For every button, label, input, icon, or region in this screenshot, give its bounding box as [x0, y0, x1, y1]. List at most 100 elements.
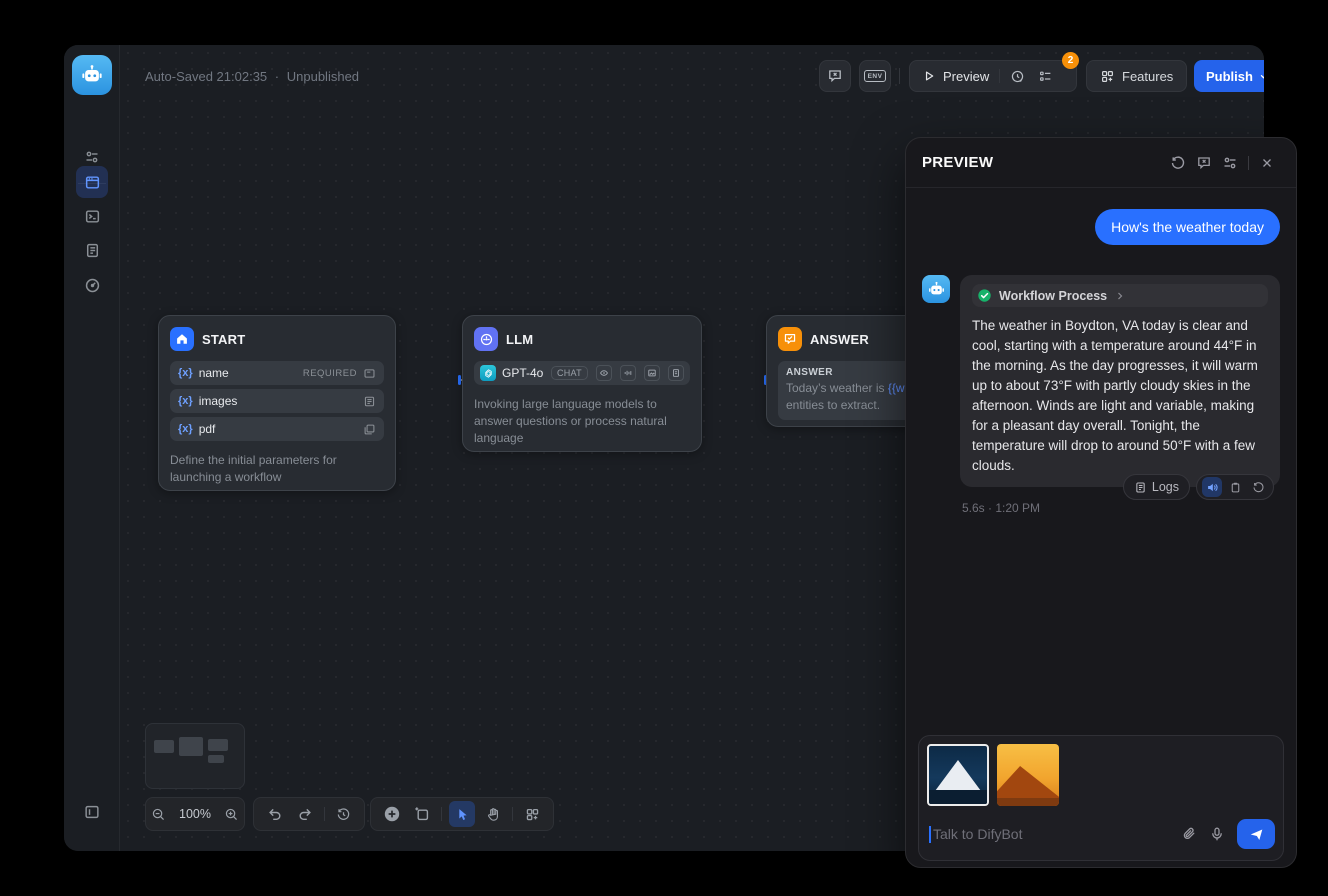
microphone-icon[interactable]	[1203, 820, 1231, 848]
sidebar-item-logs[interactable]	[76, 234, 108, 266]
environment-variables-button[interactable]: ENV	[859, 60, 891, 92]
chat-mode-badge: CHAT	[551, 366, 588, 380]
close-icon[interactable]	[1254, 150, 1280, 176]
preview-title: PREVIEW	[922, 154, 1165, 171]
pointer-mode-button[interactable]	[449, 801, 475, 827]
run-group-divider	[999, 69, 1000, 83]
env-icon: ENV	[864, 70, 886, 82]
attachment-thumbnail-mountain-blue[interactable]	[927, 744, 989, 806]
change-history-button[interactable]	[330, 800, 358, 828]
clear-chat-icon[interactable]	[1191, 150, 1217, 176]
message-tools	[1196, 474, 1274, 500]
preview-header: PREVIEW	[906, 138, 1296, 188]
orchestrate-icon	[84, 174, 101, 191]
collapse-sidebar-icon[interactable]	[83, 803, 101, 821]
add-note-button[interactable]	[408, 800, 436, 828]
robot-icon	[928, 281, 945, 298]
attachment-thumbnail-mountain-orange[interactable]	[997, 744, 1059, 806]
redo-button[interactable]	[291, 800, 319, 828]
restart-conversation-icon[interactable]	[1165, 150, 1191, 176]
required-tag: REQUIRED	[303, 368, 357, 379]
node-start[interactable]: START {x} name REQUIRED {x} images {x} p…	[158, 315, 396, 491]
node-title: ANSWER	[810, 332, 869, 347]
variable-token: {x}	[178, 367, 193, 379]
chat-area: How's the weather today Workflow Process…	[906, 188, 1296, 733]
model-name: GPT-4o	[502, 366, 545, 380]
undo-button[interactable]	[261, 800, 289, 828]
chat-input[interactable]	[933, 826, 1175, 842]
node-llm[interactable]: LLM GPT-4o CHAT Invoking large language …	[462, 315, 702, 452]
publish-button[interactable]: Publish	[1194, 60, 1264, 92]
sidebar-item-orchestrate[interactable]	[76, 166, 108, 198]
zoom-controls: 100%	[145, 797, 245, 831]
run-history-icon[interactable]	[1010, 69, 1025, 84]
llm-icon	[474, 327, 498, 351]
annotation-toggle-button[interactable]	[819, 60, 851, 92]
add-node-button[interactable]	[378, 800, 406, 828]
files-icon	[363, 423, 376, 436]
topbar-divider	[899, 68, 900, 84]
workflow-settings-icon[interactable]	[84, 149, 100, 165]
logs-icon	[84, 242, 101, 259]
robot-icon	[81, 64, 103, 86]
checklist-icon[interactable]	[1038, 69, 1053, 84]
vision-capability-icon	[596, 365, 612, 381]
features-icon	[1100, 69, 1115, 84]
chevron-right-icon	[1114, 290, 1126, 302]
speak-aloud-button[interactable]	[1202, 477, 1222, 497]
app-logo[interactable]	[72, 55, 112, 95]
play-icon[interactable]	[922, 69, 936, 83]
minimap-node	[179, 737, 203, 756]
zoom-in-button[interactable]	[219, 800, 244, 828]
user-message-bubble: How's the weather today	[1095, 209, 1280, 245]
bot-message-card: Workflow Process The weather in Boydton,…	[960, 275, 1280, 487]
terminal-icon	[84, 208, 101, 225]
success-check-icon	[977, 288, 992, 303]
settings-sliders-icon[interactable]	[1217, 150, 1243, 176]
copy-icon[interactable]	[1225, 477, 1245, 497]
text-caret	[929, 826, 931, 843]
audio-capability-icon	[620, 365, 636, 381]
send-button[interactable]	[1237, 819, 1275, 849]
sidebar-item-api[interactable]	[76, 200, 108, 232]
bot-message-row: Workflow Process The weather in Boydton,…	[922, 275, 1280, 487]
organize-blocks-button[interactable]	[518, 800, 546, 828]
bot-message-text: The weather in Boydton, VA today is clea…	[972, 316, 1268, 476]
regenerate-icon[interactable]	[1248, 477, 1268, 497]
divider	[512, 807, 513, 821]
attach-file-icon[interactable]	[1175, 820, 1203, 848]
zoom-out-button[interactable]	[146, 800, 171, 828]
run-group: Preview	[909, 60, 1077, 92]
node-description: Define the initial parameters for launch…	[170, 452, 384, 486]
divider	[441, 807, 442, 821]
attached-images	[927, 744, 1275, 806]
minimap-node	[154, 740, 174, 753]
image-capability-icon	[644, 365, 660, 381]
checklist-badge: 2	[1062, 52, 1079, 69]
preview-panel: PREVIEW How's the weather today Workflow…	[905, 137, 1297, 868]
hand-mode-button[interactable]	[479, 800, 507, 828]
logs-button[interactable]: Logs	[1123, 474, 1190, 500]
llm-model-row: GPT-4o CHAT	[474, 361, 690, 385]
chat-input-row	[929, 818, 1275, 850]
paragraph-icon	[363, 395, 376, 408]
chat-x-icon	[827, 68, 843, 84]
variable-token: {x}	[178, 395, 193, 407]
features-button[interactable]: Features	[1086, 60, 1187, 92]
history-controls	[253, 797, 365, 831]
gauge-icon	[84, 277, 101, 294]
document-capability-icon	[668, 365, 684, 381]
variable-token: {x}	[178, 423, 193, 435]
publish-status: Unpublished	[287, 69, 359, 84]
autosave-status: Auto-Saved 21:02:35 · Unpublished	[145, 69, 359, 84]
minimap[interactable]	[145, 723, 245, 789]
node-title: LLM	[506, 332, 533, 347]
preview-run-button[interactable]: Preview	[943, 69, 989, 84]
chat-input-area	[918, 735, 1284, 861]
minimap-node	[208, 755, 224, 763]
sidebar-item-monitoring[interactable]	[76, 269, 108, 301]
workflow-process-toggle[interactable]: Workflow Process	[972, 284, 1268, 307]
zoom-level[interactable]: 100%	[179, 807, 211, 821]
bot-avatar	[922, 275, 950, 303]
openai-icon	[480, 365, 496, 381]
